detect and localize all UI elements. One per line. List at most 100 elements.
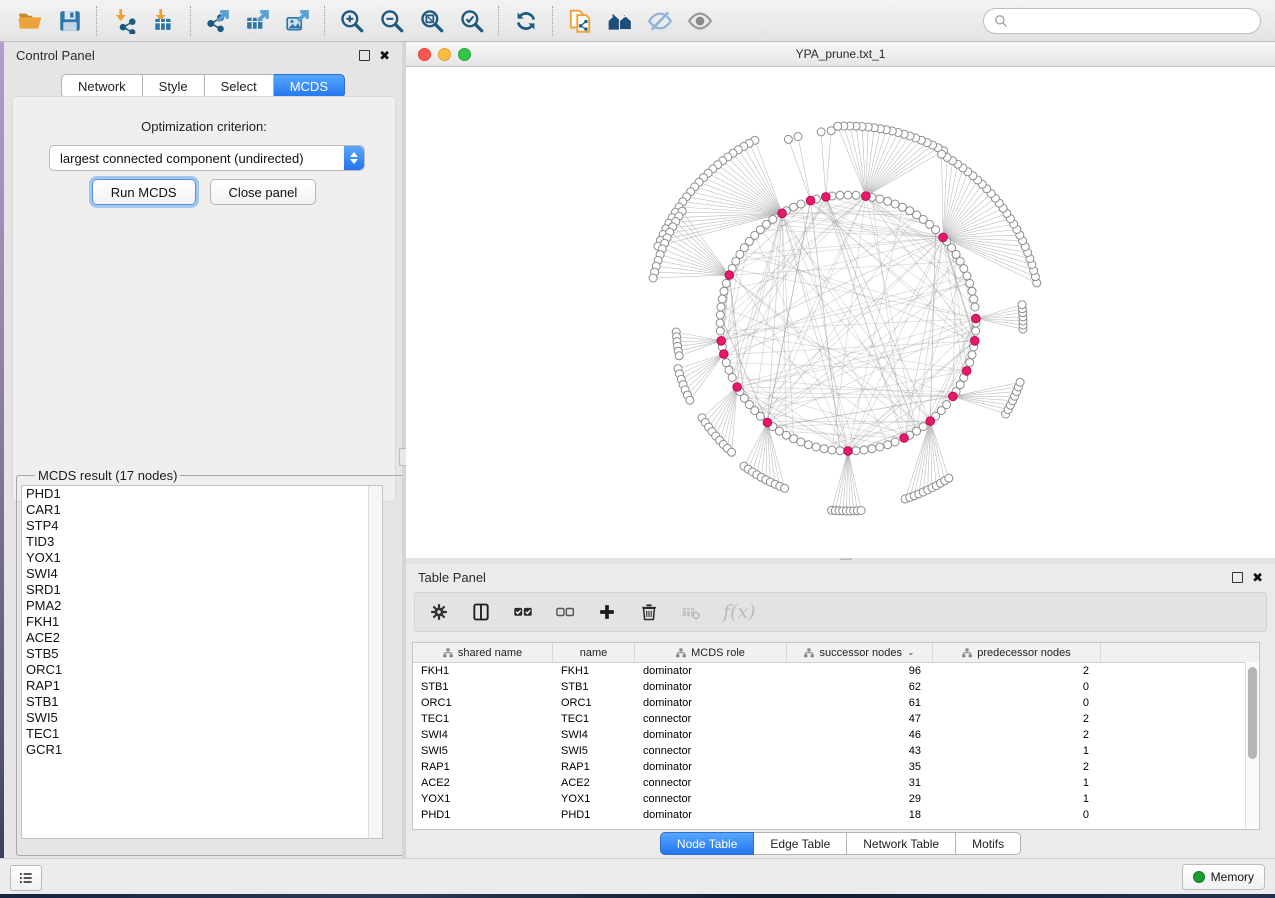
table-cell[interactable]: SWI5 — [553, 743, 635, 759]
table-cell[interactable]: dominator — [635, 695, 787, 711]
result-node-item[interactable]: STB5 — [22, 646, 382, 662]
zoom-fit-button[interactable] — [412, 4, 452, 38]
table-cell[interactable]: 61 — [787, 695, 933, 711]
refresh-button[interactable] — [506, 4, 546, 38]
delete-column-button[interactable] — [639, 602, 659, 622]
table-cell[interactable]: dominator — [635, 727, 787, 743]
table-cell[interactable]: PHD1 — [413, 807, 553, 823]
result-node-item[interactable]: SRD1 — [22, 582, 382, 598]
show-columns-button[interactable] — [471, 602, 491, 622]
table-cell[interactable]: connector — [635, 743, 787, 759]
table-cell[interactable]: 62 — [787, 679, 933, 695]
table-cell[interactable]: dominator — [635, 759, 787, 775]
tab-motifs[interactable]: Motifs — [956, 832, 1021, 855]
table-cell[interactable]: STB1 — [553, 679, 635, 695]
table-cell[interactable]: TEC1 — [413, 711, 553, 727]
table-cell[interactable]: 18 — [787, 807, 933, 823]
zoom-selected-button[interactable] — [452, 4, 492, 38]
import-network-button[interactable] — [104, 4, 144, 38]
table-cell[interactable]: RAP1 — [553, 759, 635, 775]
import-table-button[interactable] — [144, 4, 184, 38]
table-cell[interactable]: SWI4 — [413, 727, 553, 743]
result-node-item[interactable]: CAR1 — [22, 502, 382, 518]
column-header-shared-name[interactable]: shared name — [413, 643, 553, 662]
table-settings-button[interactable] — [429, 602, 449, 622]
search-box[interactable] — [983, 8, 1261, 34]
table-cell[interactable]: 2 — [933, 663, 1101, 679]
tab-edge-table[interactable]: Edge Table — [754, 832, 847, 855]
result-node-item[interactable]: TID3 — [22, 534, 382, 550]
table-cell[interactable]: 47 — [787, 711, 933, 727]
show-all-button[interactable] — [680, 4, 720, 38]
table-row[interactable]: FKH1FKH1dominator962 — [413, 663, 1259, 679]
open-file-button[interactable] — [10, 4, 50, 38]
result-list-scrollbar[interactable] — [368, 486, 382, 838]
table-cell[interactable]: 35 — [787, 759, 933, 775]
mcds-result-list[interactable]: PHD1CAR1STP4TID3YOX1SWI4SRD1PMA2FKH1ACE2… — [21, 485, 383, 839]
tab-mcds[interactable]: MCDS — [274, 74, 345, 98]
result-node-item[interactable]: YOX1 — [22, 550, 382, 566]
network-graph[interactable] — [406, 67, 1275, 558]
search-input[interactable] — [1014, 13, 1250, 29]
deselect-all-rows-button[interactable] — [555, 602, 575, 622]
table-scrollbar-thumb[interactable] — [1248, 667, 1257, 759]
column-header-predecessor-nodes[interactable]: predecessor nodes — [933, 643, 1101, 662]
result-node-item[interactable]: TEC1 — [22, 726, 382, 742]
table-cell[interactable]: 2 — [933, 727, 1101, 743]
column-header-name[interactable]: name — [553, 643, 635, 662]
result-node-item[interactable]: ORC1 — [22, 662, 382, 678]
table-cell[interactable]: 0 — [933, 679, 1101, 695]
result-node-item[interactable]: PMA2 — [22, 598, 382, 614]
select-all-rows-button[interactable] — [513, 602, 533, 622]
table-cell[interactable]: 96 — [787, 663, 933, 679]
table-cell[interactable]: 1 — [933, 775, 1101, 791]
table-row[interactable]: RAP1RAP1dominator352 — [413, 759, 1259, 775]
table-scrollbar[interactable] — [1245, 662, 1259, 829]
result-node-item[interactable]: SWI4 — [22, 566, 382, 582]
table-cell[interactable]: 2 — [933, 759, 1101, 775]
tab-style[interactable]: Style — [143, 74, 205, 98]
table-cell[interactable]: FKH1 — [413, 663, 553, 679]
memory-button[interactable]: Memory — [1182, 864, 1265, 890]
float-panel-icon[interactable] — [359, 50, 370, 61]
table-row[interactable]: TEC1TEC1connector472 — [413, 711, 1259, 727]
table-cell[interactable]: RAP1 — [413, 759, 553, 775]
column-header-successor-nodes[interactable]: successor nodes⌄ — [787, 643, 933, 662]
table-cell[interactable]: 2 — [933, 711, 1101, 727]
export-image-button[interactable] — [278, 4, 318, 38]
table-cell[interactable]: 0 — [933, 807, 1101, 823]
table-cell[interactable]: 0 — [933, 695, 1101, 711]
export-table-button[interactable] — [238, 4, 278, 38]
column-header-MCDS-role[interactable]: MCDS role — [635, 643, 787, 662]
table-row[interactable]: YOX1YOX1connector291 — [413, 791, 1259, 807]
result-node-item[interactable]: GCR1 — [22, 742, 382, 758]
table-cell[interactable]: 29 — [787, 791, 933, 807]
table-cell[interactable]: connector — [635, 711, 787, 727]
table-close-panel-icon[interactable]: ✖ — [1252, 571, 1263, 584]
result-node-item[interactable]: STB1 — [22, 694, 382, 710]
table-cell[interactable]: FKH1 — [553, 663, 635, 679]
table-cell[interactable]: 31 — [787, 775, 933, 791]
zoom-in-button[interactable] — [332, 4, 372, 38]
close-panel-button[interactable]: Close panel — [210, 179, 317, 205]
result-node-item[interactable]: STP4 — [22, 518, 382, 534]
table-cell[interactable]: dominator — [635, 663, 787, 679]
table-row[interactable]: SWI5SWI5connector431 — [413, 743, 1259, 759]
add-column-button[interactable] — [597, 602, 617, 622]
table-cell[interactable]: YOX1 — [413, 791, 553, 807]
result-node-item[interactable]: RAP1 — [22, 678, 382, 694]
table-cell[interactable]: 1 — [933, 791, 1101, 807]
table-cell[interactable]: 1 — [933, 743, 1101, 759]
table-cell[interactable]: ACE2 — [553, 775, 635, 791]
table-cell[interactable]: 46 — [787, 727, 933, 743]
result-node-item[interactable]: ACE2 — [22, 630, 382, 646]
table-cell[interactable]: dominator — [635, 679, 787, 695]
table-cell[interactable]: TEC1 — [553, 711, 635, 727]
table-cell[interactable]: SWI5 — [413, 743, 553, 759]
task-history-button[interactable] — [10, 865, 42, 891]
result-node-item[interactable]: PHD1 — [22, 486, 382, 502]
table-row[interactable]: STB1STB1dominator620 — [413, 679, 1259, 695]
table-cell[interactable]: 43 — [787, 743, 933, 759]
table-cell[interactable]: SWI4 — [553, 727, 635, 743]
table-row[interactable]: ORC1ORC1dominator610 — [413, 695, 1259, 711]
